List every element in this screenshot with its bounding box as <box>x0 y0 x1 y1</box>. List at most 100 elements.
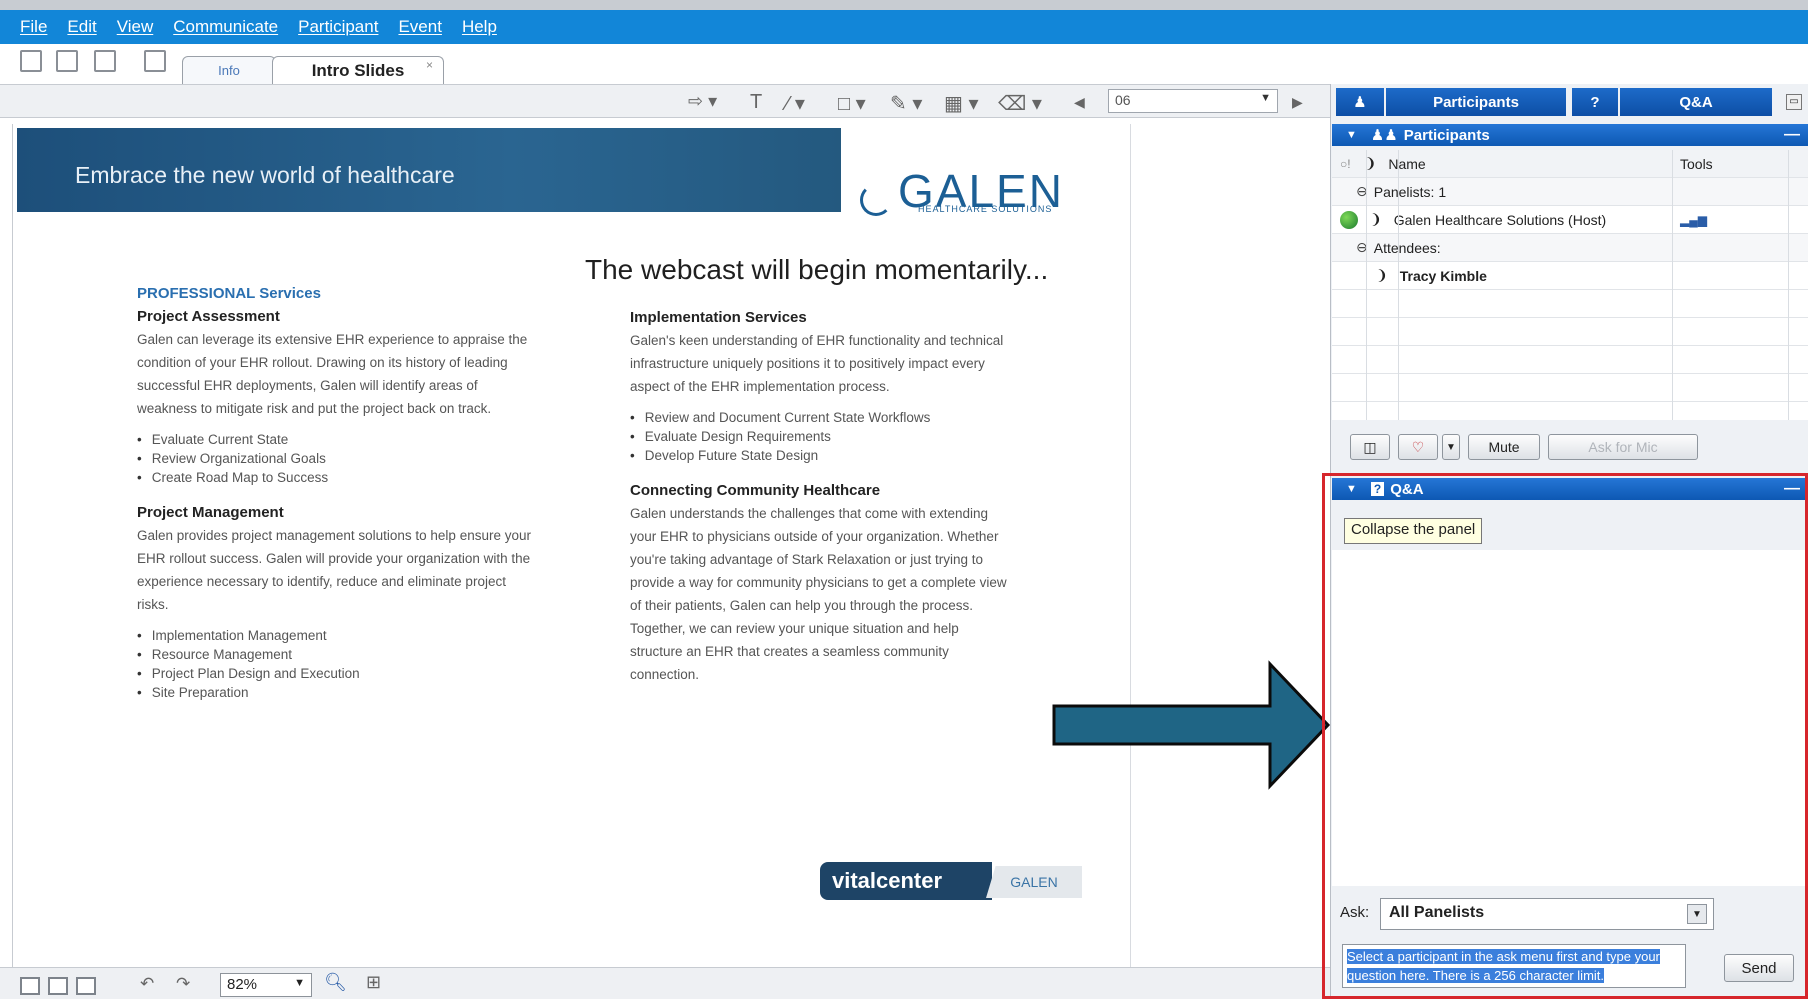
chevron-down-icon: ▼ <box>294 977 305 989</box>
share-documents-icon[interactable] <box>56 50 78 72</box>
attendees-group-row[interactable]: ⊖ Attendees: <box>1332 234 1808 262</box>
participant-row-host[interactable]: ❩ Galen Healthcare Solutions (Host) ▂▄▆ <box>1332 206 1808 234</box>
tab-info[interactable]: Info <box>182 56 276 84</box>
slide-edge <box>1130 124 1131 967</box>
column-divider <box>1672 150 1673 420</box>
mic-icon: ❩ <box>1376 267 1388 283</box>
column-tools[interactable]: Tools <box>1680 156 1713 172</box>
qa-tab-icon[interactable]: ? <box>1572 88 1618 116</box>
list-item: Evaluate Current State <box>137 430 537 449</box>
single-view-icon[interactable] <box>20 977 40 995</box>
list-item: Resource Management <box>137 645 537 664</box>
rotate-left-icon[interactable]: ↶ <box>140 974 154 994</box>
qa-highlight-box <box>1322 473 1808 999</box>
slide-headline: The webcast will begin momentarily... <box>585 254 1049 285</box>
participants-group-icon: ♟♟ <box>1370 127 1398 144</box>
close-tab-icon[interactable]: × <box>426 58 433 72</box>
bullet-list: Implementation Management Resource Manag… <box>137 626 537 702</box>
tab-intro-slides[interactable]: Intro Slides × <box>272 56 444 84</box>
text-tool-icon[interactable]: T <box>750 91 762 114</box>
participant-actions: ◫ ♡ ▼ Mute Ask for Mic <box>1332 428 1808 468</box>
raise-hand-button[interactable]: ◫ <box>1350 434 1390 460</box>
participants-panel-header[interactable]: ▼ ♟♟ Participants — <box>1332 124 1808 146</box>
emoticon-button[interactable]: ♡ <box>1398 434 1438 460</box>
mic-icon: ❩ <box>1370 211 1382 227</box>
participants-list: ○! ❩ Name Tools ⊖ Panelists: 1 ❩ Galen H… <box>1332 150 1808 420</box>
banner-text: Embrace the new world of healthcare <box>75 162 455 188</box>
zoom-icon[interactable]: 🔍︎ <box>324 972 347 993</box>
list-item: Develop Future State Design <box>630 446 1010 465</box>
list-item: Implementation Management <box>137 626 537 645</box>
column-name[interactable]: Name <box>1388 156 1425 172</box>
pointer-tool-icon[interactable]: ⇨ ▾ <box>688 91 717 112</box>
color-tool-icon[interactable]: ▦ ▾ <box>944 91 979 116</box>
menu-file[interactable]: File <box>20 17 47 37</box>
annotate-icon[interactable] <box>144 50 166 72</box>
column-divider <box>1366 150 1367 420</box>
menu-event[interactable]: Event <box>398 17 441 37</box>
slide-number-select[interactable]: 06 ▼ <box>1108 89 1278 113</box>
menu-help[interactable]: Help <box>462 17 497 37</box>
mute-button[interactable]: Mute <box>1468 434 1540 460</box>
whiteboard-icon[interactable] <box>94 50 116 72</box>
participants-header-row: ○! ❩ Name Tools <box>1332 150 1808 178</box>
empty-row <box>1332 346 1808 374</box>
column-divider <box>1398 150 1399 420</box>
minimize-icon[interactable]: — <box>1784 126 1800 144</box>
line-tool-icon[interactable]: ⁄ ▾ <box>786 91 805 116</box>
fit-page-icon[interactable]: ⊞ <box>366 972 381 993</box>
menu-view[interactable]: View <box>117 17 154 37</box>
menu-communicate[interactable]: Communicate <box>173 17 278 37</box>
rotate-right-icon[interactable]: ↷ <box>176 974 190 994</box>
pointer-arrow-icon <box>1052 660 1331 790</box>
heading-connecting-community: Connecting Community Healthcare <box>630 482 881 499</box>
bullet-list: Evaluate Current State Review Organizati… <box>137 430 537 487</box>
paragraph-project-assessment: Galen can leverage its extensive EHR exp… <box>137 332 528 416</box>
bottom-toolbar: ↶ ↷ 82% ▼ 🔍︎ ⊞ <box>0 967 1330 999</box>
vitalcenter-galen-logo: GALEN <box>986 866 1082 898</box>
new-document-icon[interactable] <box>20 50 42 72</box>
window-top-strip <box>0 0 1808 10</box>
ask-for-mic-button[interactable]: Ask for Mic <box>1548 434 1698 460</box>
next-slide-icon[interactable]: ▶ <box>1292 94 1303 111</box>
rectangle-tool-icon[interactable]: □ ▾ <box>838 91 866 116</box>
emoticon-dropdown-button[interactable]: ▼ <box>1442 434 1460 460</box>
participants-tab-icon[interactable]: ♟ <box>1336 88 1384 116</box>
panelists-group-row[interactable]: ⊖ Panelists: 1 <box>1332 178 1808 206</box>
split-view-icon[interactable] <box>48 977 68 995</box>
menu-edit[interactable]: Edit <box>67 17 96 37</box>
tab-participants[interactable]: Participants <box>1386 88 1566 116</box>
tab-qa[interactable]: Q&A <box>1620 88 1772 116</box>
empty-row <box>1332 290 1808 318</box>
list-item: Review and Document Current State Workfl… <box>630 408 1010 427</box>
panel-tab-bar: ♟ Participants ? Q&A ▭ <box>1332 88 1808 118</box>
paragraph-implementation-services: Galen's keen understanding of EHR functi… <box>630 333 1004 394</box>
menu-participant[interactable]: Participant <box>298 17 378 37</box>
list-item: Review Organizational Goals <box>137 449 537 468</box>
column-divider <box>1788 150 1789 420</box>
section-heading: PROFESSIONAL Services <box>137 285 321 302</box>
heading-project-management: Project Management <box>137 504 284 521</box>
prev-slide-icon[interactable]: ◀ <box>1074 94 1085 111</box>
pen-tool-icon[interactable]: ✎ ▾ <box>890 91 922 116</box>
list-item: Project Plan Design and Execution <box>137 664 537 683</box>
paragraph-project-management: Galen provides project management soluti… <box>137 528 531 612</box>
left-column: PROFESSIONAL Services Project Assessment… <box>137 282 537 716</box>
galen-logo-mark <box>860 184 892 216</box>
heading-implementation-services: Implementation Services <box>630 309 807 326</box>
thumbnail-view-icon[interactable] <box>76 977 96 995</box>
globe-icon <box>1340 210 1358 229</box>
galen-logo-subtitle: HEALTHCARE SOLUTIONS <box>918 204 1053 214</box>
list-item: Create Road Map to Success <box>137 468 537 487</box>
collapse-triangle-icon[interactable]: ▼ <box>1346 129 1357 141</box>
list-item: Site Preparation <box>137 683 537 702</box>
bullet-list: Review and Document Current State Workfl… <box>630 408 1010 465</box>
panel-options-icon[interactable]: ▭ <box>1786 94 1802 110</box>
chevron-down-icon: ▼ <box>1260 92 1271 104</box>
signal-bars-icon: ▂▄▆ <box>1680 212 1707 227</box>
status-column-icon: ○! <box>1340 156 1351 171</box>
participant-row-attendee[interactable]: ❩ Tracy Kimble <box>1332 262 1808 290</box>
list-item: Evaluate Design Requirements <box>630 427 1010 446</box>
zoom-select[interactable]: 82% ▼ <box>220 973 312 997</box>
eraser-tool-icon[interactable]: ⌫ ▾ <box>998 91 1042 116</box>
